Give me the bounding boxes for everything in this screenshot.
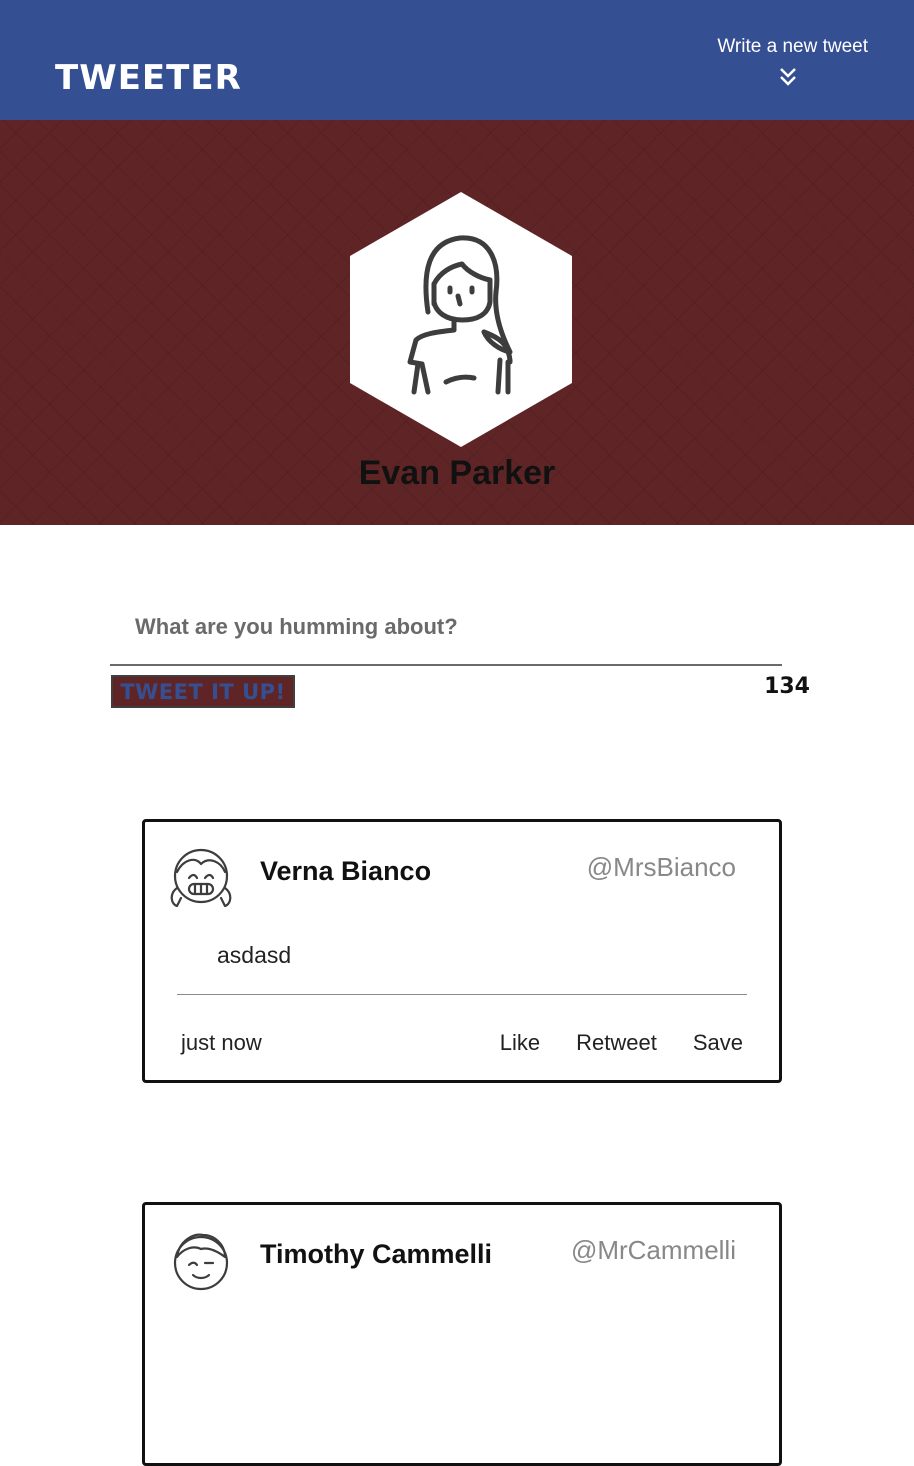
new-tweet-form: TWEET IT UP! 134 (110, 590, 810, 720)
character-counter: 134 (764, 674, 810, 699)
tweet-timestamp: just now (181, 1030, 262, 1055)
top-nav: TWEETER Write a new tweet (0, 0, 914, 120)
boy-winking-avatar-icon (173, 1233, 229, 1291)
tweet-author-name[interactable]: Timothy Cammelli (260, 1239, 492, 1270)
tweet-author-name[interactable]: Verna Bianco (260, 856, 431, 887)
write-new-tweet-label: Write a new tweet (717, 36, 868, 57)
like-button[interactable]: Like (500, 1030, 540, 1056)
tweet-divider (177, 994, 747, 995)
profile-name: Evan Parker (358, 454, 556, 492)
tweet-footer: just now Like Retweet Save (181, 1030, 743, 1060)
brand-logo[interactable]: TWEETER (55, 58, 242, 98)
save-button[interactable]: Save (693, 1030, 743, 1056)
girl-pigtails-avatar-icon (170, 848, 232, 908)
tweet-text-input[interactable] (110, 590, 782, 666)
woman-avatar-icon (350, 192, 572, 447)
tweet-submit-button[interactable]: TWEET IT UP! (111, 675, 295, 708)
tweet-card: Timothy Cammelli @MrCammelli (142, 1202, 782, 1466)
tweet-actions: Like Retweet Save (500, 1030, 743, 1056)
profile-banner: Evan Parker (0, 120, 914, 525)
write-new-tweet-link[interactable]: Write a new tweet (668, 36, 868, 86)
tweet-author-handle[interactable]: @MrsBianco (587, 852, 736, 883)
retweet-button[interactable]: Retweet (576, 1030, 657, 1056)
tweet-content: asdasd (217, 942, 292, 968)
double-chevron-down-icon (780, 68, 796, 86)
tweet-author-handle[interactable]: @MrCammelli (571, 1235, 736, 1266)
tweet-card: Verna Bianco @MrsBianco asdasd just now … (142, 819, 782, 1083)
